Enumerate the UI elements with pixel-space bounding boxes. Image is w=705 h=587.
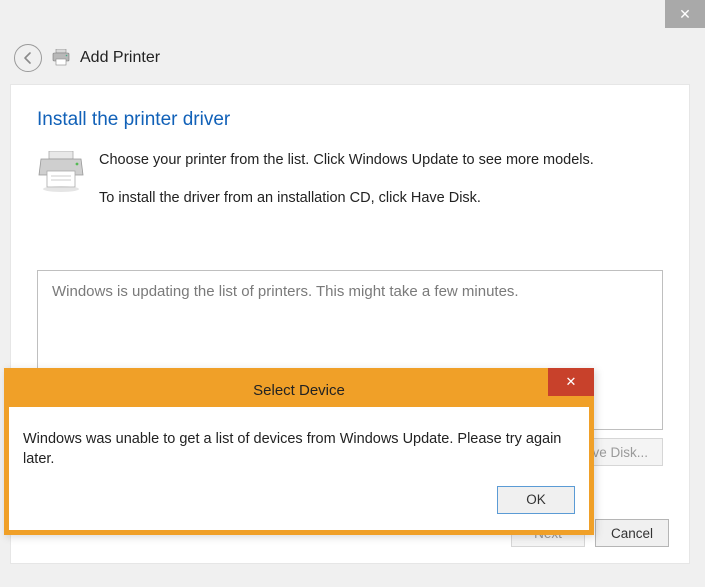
intro-section: Choose your printer from the list. Click… (37, 151, 663, 226)
dialog-title: Select Device (253, 382, 345, 399)
intro-line-1: Choose your printer from the list. Click… (99, 151, 594, 171)
intro-text: Choose your printer from the list. Click… (99, 151, 594, 226)
arrow-left-icon (21, 51, 35, 65)
dialog-titlebar[interactable]: Select Device ✕ (9, 373, 589, 407)
panel-heading: Install the printer driver (37, 109, 663, 131)
wizard-header: Add Printer (14, 44, 160, 72)
close-icon: ✕ (679, 6, 691, 22)
cancel-button[interactable]: Cancel (595, 519, 669, 547)
close-icon: ✕ (566, 374, 577, 390)
dialog-message: Windows was unable to get a list of devi… (9, 407, 589, 486)
dialog-close-button[interactable]: ✕ (548, 368, 594, 396)
dialog-ok-button[interactable]: OK (497, 486, 575, 514)
status-message: Windows is updating the list of printers… (52, 283, 519, 300)
window-close-button[interactable]: ✕ (665, 0, 705, 28)
printer-large-icon (37, 151, 85, 226)
select-device-dialog: Select Device ✕ Windows was unable to ge… (4, 368, 594, 535)
intro-line-2: To install the driver from an installati… (99, 189, 594, 209)
wizard-title: Add Printer (80, 49, 160, 67)
back-button[interactable] (14, 44, 42, 72)
printer-icon (50, 48, 72, 68)
